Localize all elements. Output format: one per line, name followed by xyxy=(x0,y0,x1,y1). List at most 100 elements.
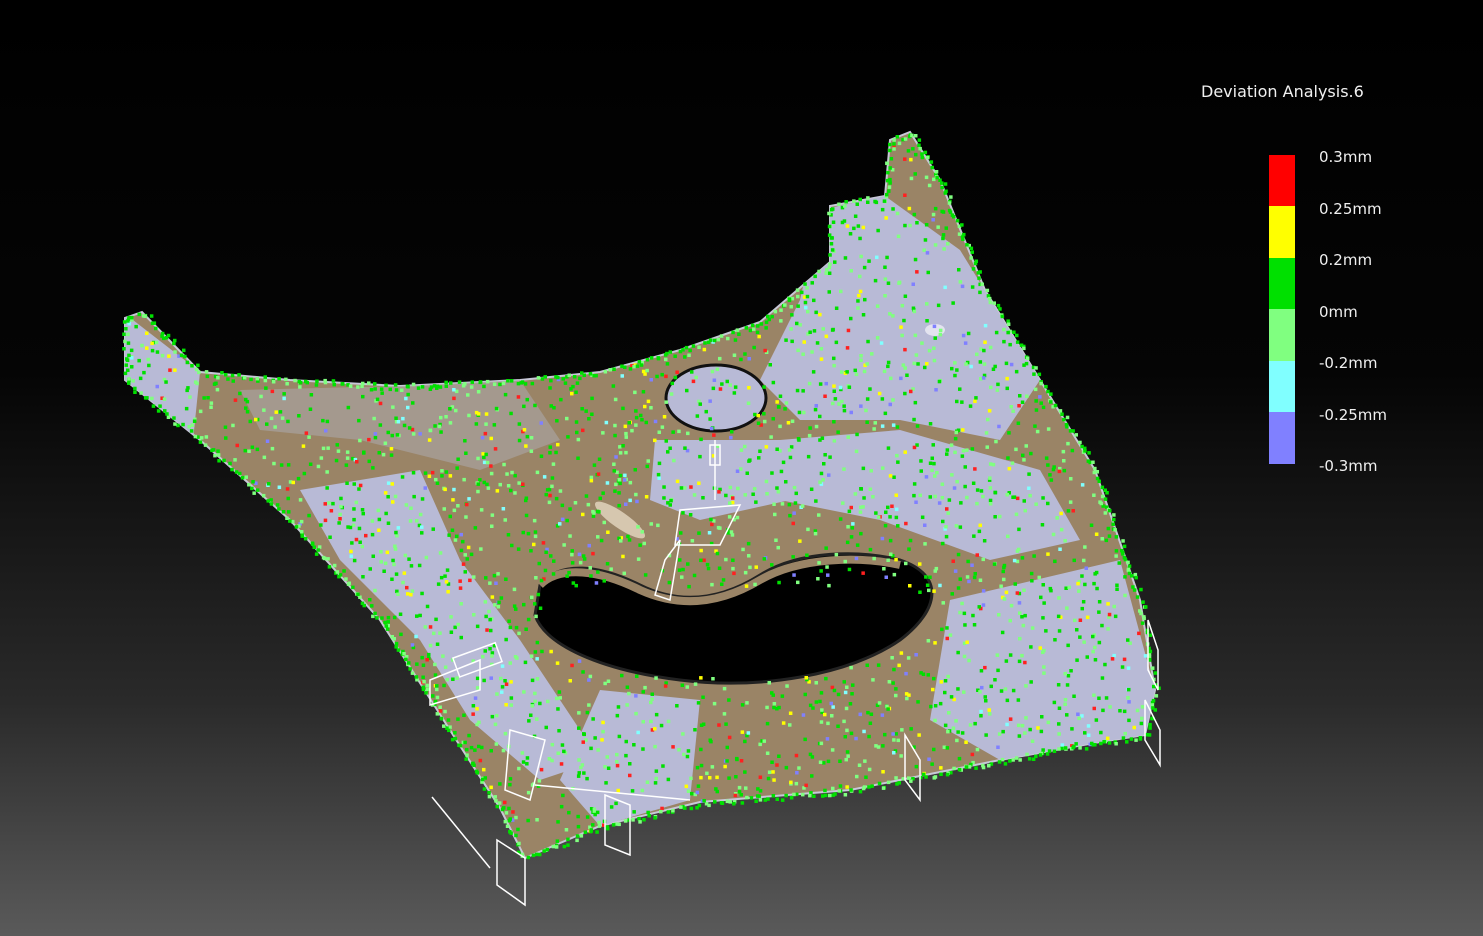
deviation-point xyxy=(441,654,445,658)
deviation-point xyxy=(122,347,126,351)
deviation-point xyxy=(810,774,814,778)
deviation-point xyxy=(608,368,612,372)
deviation-point xyxy=(495,804,499,809)
deviation-point xyxy=(561,377,565,381)
deviation-point xyxy=(490,714,495,719)
deviation-point xyxy=(869,712,874,716)
deviation-point xyxy=(469,552,474,557)
deviation-point xyxy=(493,603,497,607)
deviation-point xyxy=(829,242,834,246)
3d-viewport[interactable]: Deviation Analysis.6 0.3mm 0.25mm 0.2mm … xyxy=(0,0,1483,936)
deviation-point xyxy=(1139,611,1143,616)
deviation-point xyxy=(165,412,169,416)
deviation-point xyxy=(274,410,278,414)
deviation-point xyxy=(932,324,937,329)
deviation-point xyxy=(849,788,853,792)
deviation-point xyxy=(1024,361,1029,366)
deviation-point xyxy=(963,484,967,489)
deviation-point xyxy=(507,818,512,823)
deviation-point xyxy=(358,438,362,443)
deviation-point xyxy=(810,281,814,285)
deviation-point xyxy=(1022,458,1026,462)
deviation-point xyxy=(504,637,508,642)
deviation-point xyxy=(735,328,740,332)
deviation-point xyxy=(183,354,187,359)
deviation-point xyxy=(444,415,448,419)
deviation-point xyxy=(925,362,929,366)
deviation-point xyxy=(605,826,610,831)
deviation-point xyxy=(1016,698,1021,702)
deviation-point xyxy=(465,753,469,757)
deviation-point xyxy=(642,541,646,546)
deviation-point xyxy=(715,775,719,780)
deviation-point xyxy=(321,446,326,451)
deviation-point xyxy=(698,402,702,406)
deviation-point xyxy=(763,419,767,424)
deviation-point xyxy=(701,695,705,699)
deviation-point xyxy=(526,531,531,536)
deviation-point xyxy=(1022,346,1026,351)
deviation-point xyxy=(285,382,289,386)
deviation-point xyxy=(422,680,426,684)
deviation-point xyxy=(529,549,533,553)
deviation-point xyxy=(1101,708,1105,713)
deviation-point xyxy=(286,496,290,501)
deviation-point xyxy=(821,794,825,798)
deviation-point xyxy=(1023,731,1027,735)
deviation-point xyxy=(979,489,984,493)
deviation-point xyxy=(1049,478,1054,482)
deviation-point xyxy=(888,515,892,519)
deviation-point xyxy=(454,408,458,413)
deviation-point xyxy=(465,557,469,561)
deviation-point xyxy=(870,784,874,788)
deviation-point xyxy=(490,513,495,517)
deviation-point xyxy=(1005,386,1009,391)
deviation-point xyxy=(894,507,899,512)
deviation-point xyxy=(1121,736,1126,740)
round-hole xyxy=(664,363,768,433)
deviation-point xyxy=(756,421,761,425)
deviation-point xyxy=(945,772,950,777)
deviation-point xyxy=(926,639,931,643)
deviation-point xyxy=(953,436,958,441)
deviation-point xyxy=(909,779,913,783)
deviation-point xyxy=(541,541,546,545)
deviation-point xyxy=(176,423,180,428)
deviation-point xyxy=(375,397,380,402)
deviation-point xyxy=(127,377,131,381)
deviation-point xyxy=(805,294,810,299)
deviation-point xyxy=(895,453,899,458)
deviation-point xyxy=(832,688,837,693)
deviation-point xyxy=(595,830,599,834)
deviation-point xyxy=(807,433,812,438)
deviation-point xyxy=(262,408,266,412)
deviation-point xyxy=(770,563,774,567)
deviation-point xyxy=(765,721,770,726)
deviation-point xyxy=(131,379,135,383)
deviation-point xyxy=(823,788,827,793)
deviation-point xyxy=(833,260,837,264)
deviation-point xyxy=(745,795,749,800)
deviation-point xyxy=(964,765,969,769)
deviation-point xyxy=(997,613,1001,617)
deviation-point xyxy=(978,523,982,528)
deviation-point xyxy=(420,655,424,660)
deviation-point xyxy=(957,268,961,272)
deviation-point xyxy=(502,462,506,467)
deviation-point xyxy=(831,793,835,797)
deviation-point xyxy=(179,353,184,357)
deviation-point xyxy=(910,133,914,138)
deviation-point xyxy=(781,721,786,725)
deviation-point xyxy=(1042,665,1046,669)
deviation-point xyxy=(615,752,619,757)
deviation-point xyxy=(896,234,901,239)
deviation-point xyxy=(1070,727,1074,731)
deviation-point xyxy=(1056,683,1061,687)
deviation-point xyxy=(250,445,255,449)
deviation-point xyxy=(783,407,787,411)
deviation-point xyxy=(543,375,547,379)
deviation-point xyxy=(784,401,789,405)
part-model[interactable] xyxy=(0,0,1483,936)
deviation-point xyxy=(852,226,856,231)
deviation-point xyxy=(577,659,582,663)
